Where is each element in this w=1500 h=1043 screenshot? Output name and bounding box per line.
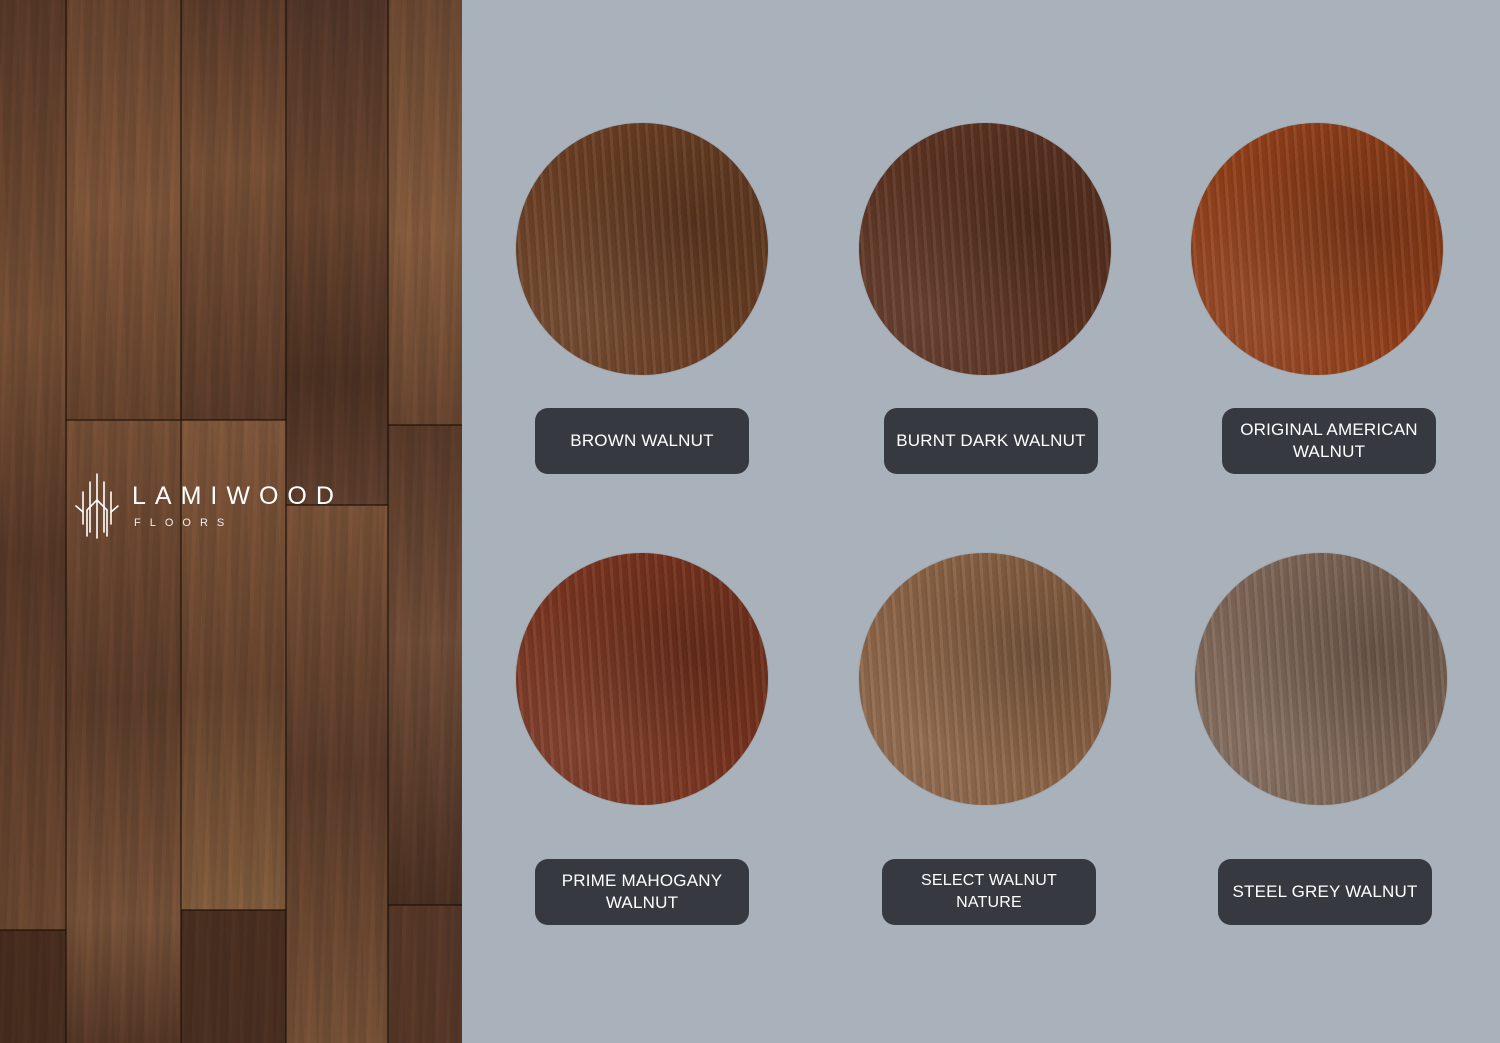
- swatch-brown-walnut: [516, 123, 768, 375]
- brand-name: LAMIWOOD: [132, 481, 343, 510]
- brand-logo: LAMIWOOD FLOORS: [72, 470, 343, 542]
- label-original-american-walnut: ORIGINAL AMERICAN WALNUT: [1222, 408, 1436, 474]
- label-burnt-dark-walnut: BURNT DARK WALNUT: [884, 408, 1098, 474]
- swatch-select-walnut-nature: [859, 553, 1111, 805]
- label-steel-grey-walnut: STEEL GREY WALNUT: [1218, 859, 1432, 925]
- label-brown-walnut: BROWN WALNUT: [535, 408, 749, 474]
- swatch-prime-mahogany-walnut: [516, 553, 768, 805]
- swatch-steel-grey-walnut: [1195, 553, 1447, 805]
- label-prime-mahogany-walnut: PRIME MAHOGANY WALNUT: [535, 859, 749, 925]
- lamiwood-tree-icon: [75, 473, 119, 539]
- swatch-burnt-dark-walnut: [859, 123, 1111, 375]
- brand-tagline: FLOORS: [134, 516, 234, 529]
- swatch-original-american-walnut: [1191, 123, 1443, 375]
- label-select-walnut-nature: SELECT WALNUT NATURE: [882, 859, 1096, 925]
